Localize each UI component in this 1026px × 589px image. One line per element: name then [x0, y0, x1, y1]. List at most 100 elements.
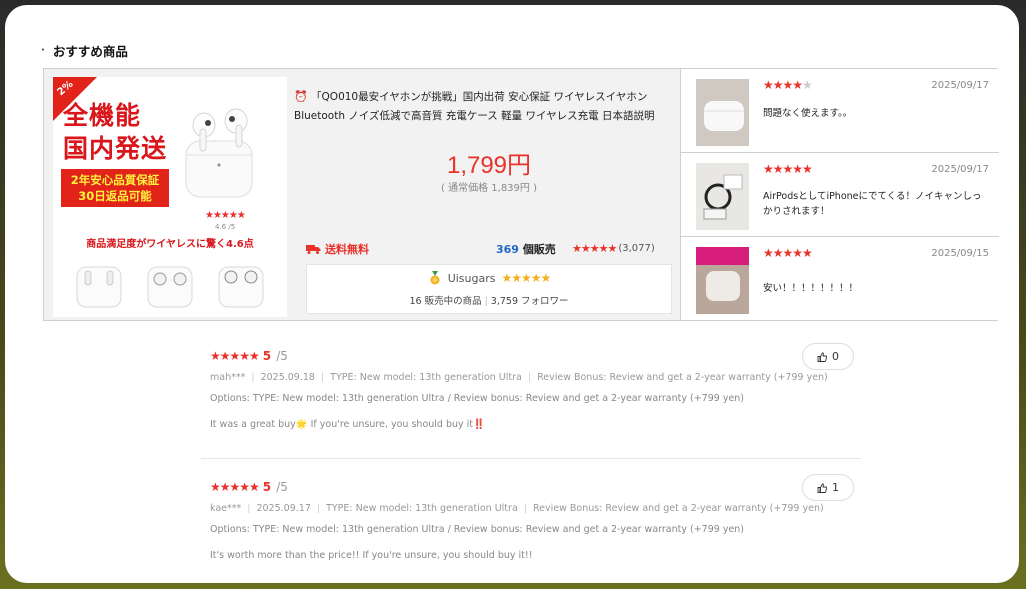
star-rating-icon: ★★★★★	[210, 349, 260, 363]
review-stars: ★★★★★	[763, 78, 813, 92]
medal-icon	[430, 271, 440, 285]
review-stars: ★★★★★	[763, 162, 813, 176]
promo-line: 全機能	[63, 101, 142, 130]
truck-icon	[306, 245, 321, 254]
review-score: 5	[262, 349, 272, 363]
rating-count: (3,077)	[618, 243, 655, 254]
shop-stats: 16 販売中の商品 | 3,759 フォロワー	[409, 296, 569, 307]
original-price: ( 通常価格 1,839円 )	[441, 183, 537, 194]
review-score: 5	[262, 480, 272, 494]
promo-stars: ★★★★★	[205, 210, 246, 221]
follower-count: 3,759	[490, 296, 518, 307]
stars-on: ★★★★★	[763, 246, 813, 260]
review-stars: ★★★★★	[763, 246, 813, 260]
shop-info[interactable]: Uisugars ★★★★★ 16 販売中の商品 | 3,759 フォロワー	[306, 264, 672, 314]
sold-count-number: 369	[496, 243, 519, 256]
sold-count: 369 個販売	[496, 241, 556, 257]
promo-headline: 全機能 国内発送	[63, 99, 167, 165]
review-text: 問題なく使えます。。	[763, 108, 853, 119]
mini-review-item[interactable]: ★★★★★ 2025/09/17 問題なく使えます。。	[681, 69, 999, 153]
promo-rating-max: /5	[228, 223, 236, 231]
promo-rating: 4.6 /5	[215, 223, 235, 231]
follower-label: フォロワー	[521, 296, 569, 307]
listing-label: 販売中の商品	[424, 296, 482, 307]
review-score-max: /5	[276, 480, 288, 494]
review-bonus: Review Bonus: Review and get a 2-year wa…	[537, 372, 828, 383]
stars-on: ★★★★★	[763, 162, 813, 176]
product-image[interactable]: 2% 全機能 国内発送 2年安心品質保証 30日返品可能 ★★★★★ 4.6 /…	[53, 77, 287, 237]
review-options: Options: TYPE: New model: 13th generatio…	[210, 393, 745, 404]
review-photo-image	[696, 247, 749, 314]
thumbs-up-icon	[817, 482, 827, 493]
earbuds-case-icon	[147, 266, 193, 308]
product-image-secondary[interactable]: 商品満足度がワイヤレスに驚く4.6点	[53, 237, 287, 317]
earbuds-case-icon	[185, 108, 253, 198]
recommended-product-card[interactable]: 2% 全機能 国内発送 2年安心品質保証 30日返品可能 ★★★★★ 4.6 /…	[43, 68, 999, 321]
product-title[interactable]: ⏰ 「QO010最安イヤホンが挑戦」国内出荷 安心保証 ワイヤレスイヤホン Bl…	[294, 87, 684, 126]
mini-review-list: ★★★★★ 2025/09/17 問題なく使えます。。 ★★★★★ 2025/0…	[680, 69, 999, 321]
promo-box-line: 2年安心品質保証	[70, 173, 160, 187]
review-text: 安い！！！！！！！！	[763, 283, 859, 294]
like-count: 1	[832, 481, 839, 494]
product-rating[interactable]: ★★★★★ (3,077)	[572, 242, 655, 255]
product-title-line: Bluetooth ノイズ低減で高音質 充電ケース 軽量 ワイヤレス充電 日本語…	[294, 110, 655, 122]
shop-star-rating-icon: ★★★★★	[501, 271, 552, 285]
promo-line: 国内発送	[63, 134, 168, 163]
listing-count: 16	[409, 296, 422, 307]
thumbs-up-icon	[817, 351, 827, 362]
review-rating: ★★★★★ 5 /5	[210, 345, 288, 364]
review-type: TYPE: New model: 13th generation Ultra	[326, 503, 518, 514]
review-user: mah***	[210, 372, 246, 383]
review-text: AirPodsとしてiPhoneにでてくる！ノイキャンしっかりされます！	[763, 191, 982, 217]
star-rating-icon: ★★★★★	[572, 242, 617, 255]
promo2-banner: 商品満足度がワイヤレスに驚く4.6点	[86, 239, 254, 250]
stars-off: ★	[802, 78, 813, 92]
free-shipping-text: 送料無料	[325, 243, 369, 256]
review-date: 2025/09/15	[931, 248, 989, 259]
review-photo-image	[696, 163, 749, 230]
shop-name[interactable]: Uisugars	[448, 272, 496, 285]
alarm-clock-icon: ⏰	[294, 90, 308, 103]
promo-box-line: 30日返品可能	[78, 189, 152, 203]
review-meta: mah*** | 2025.09.18 | TYPE: New model: 13th …	[210, 372, 828, 383]
review-item: ★★★★★ 5 /5 mah*** | 2025.09.18 | TYPE: New mo…	[201, 343, 861, 455]
like-button[interactable]: 1	[802, 474, 854, 501]
review-rating: ★★★★★ 5 /5	[210, 476, 288, 495]
earbuds-case-icon	[76, 266, 122, 308]
promo-guarantee-box: 2年安心品質保証 30日返品可能	[61, 169, 169, 207]
review-meta: kae*** | 2025.09.17 | TYPE: New model: 13th …	[210, 503, 824, 514]
review-user: kae***	[210, 503, 242, 514]
review-date: 2025/09/17	[931, 164, 989, 175]
like-button[interactable]: 0	[802, 343, 854, 370]
review-item: ★★★★★ 5 /5 kae*** | 2025.09.17 | TYPE: New mo…	[201, 474, 861, 576]
review-photo[interactable]	[696, 79, 749, 146]
review-divider	[201, 458, 861, 459]
page-frame: · おすすめ商品 2% 全機能 国内発送 2年安心品質保証 30日返品可能 ★★…	[5, 5, 1019, 583]
review-type: TYPE: New model: 13th generation Ultra	[330, 372, 522, 383]
review-bonus: Review Bonus: Review and get a 2-year wa…	[532, 503, 824, 514]
section-title-text: おすすめ商品	[52, 44, 128, 59]
review-photo[interactable]	[696, 247, 749, 314]
review-photo-image	[696, 79, 749, 146]
free-shipping-label: 送料無料	[306, 241, 369, 257]
review-score-max: /5	[276, 349, 288, 363]
review-photo[interactable]	[696, 163, 749, 230]
review-body: It was a great buy🌟 If you're unsure, yo…	[210, 419, 485, 430]
bullet-icon: ·	[41, 45, 45, 56]
stars-on: ★★★★	[763, 78, 803, 92]
product-title-line: 「QO010最安イヤホンが挑戦」国内出荷 安心保証 ワイヤレスイヤホン	[311, 91, 648, 103]
like-count: 0	[832, 350, 839, 363]
promo-rating-value: 4.6	[215, 223, 227, 231]
review-body: It's worth more than the price!! If you'…	[210, 550, 533, 561]
review-date: 2025.09.17	[256, 503, 311, 514]
sold-count-label: 個販売	[522, 243, 556, 256]
product-price: 1,799円	[446, 152, 532, 179]
mini-review-item[interactable]: ★★★★★ 2025/09/17 AirPodsとしてiPhoneにでてくる！ノ…	[681, 153, 999, 237]
star-rating-icon: ★★★★★	[210, 480, 260, 494]
earbuds-case-icon	[218, 266, 264, 308]
mini-review-item[interactable]: ★★★★★ 2025/09/15 安い！！！！！！！！	[681, 237, 999, 321]
review-date: 2025/09/17	[931, 80, 989, 91]
section-title: · おすすめ商品	[41, 41, 128, 60]
review-date: 2025.09.18	[260, 372, 315, 383]
review-options: Options: TYPE: New model: 13th generatio…	[210, 524, 745, 535]
